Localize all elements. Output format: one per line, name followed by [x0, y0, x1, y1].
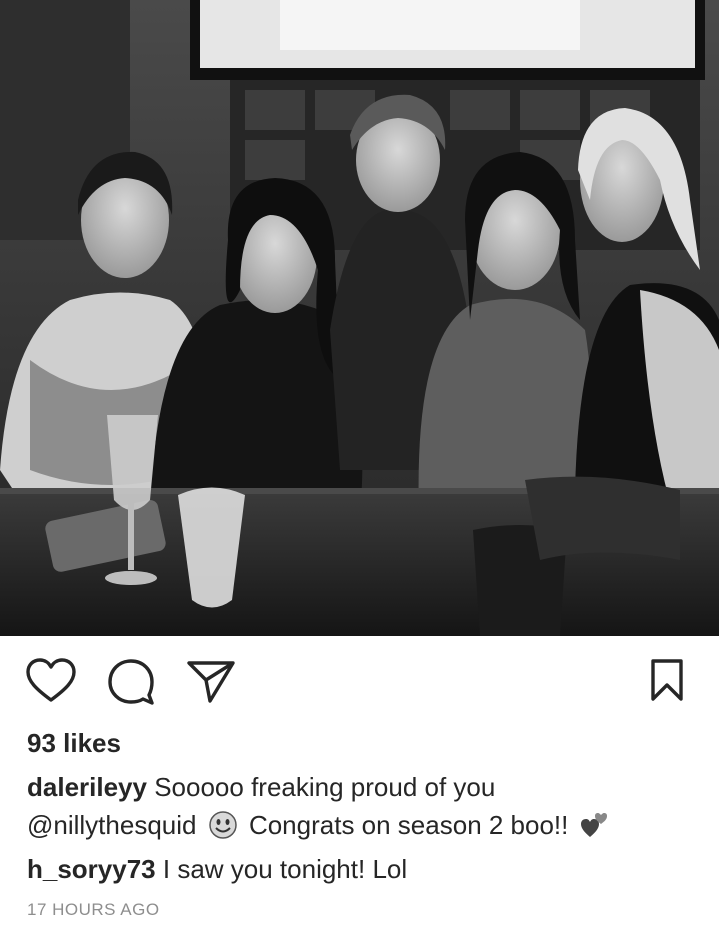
caption: dalerileyy Sooooo freaking proud of you …	[27, 768, 687, 844]
comment-username[interactable]: h_soryy73	[27, 854, 156, 884]
likes-count[interactable]: 93 likes	[27, 728, 121, 759]
caption-username[interactable]: dalerileyy	[27, 772, 147, 802]
caption-text-part2: Congrats on season 2 boo!!	[241, 810, 569, 840]
post-timestamp: 17 HOURS AGO	[27, 900, 160, 919]
post-photo-graphic	[0, 0, 719, 636]
comment-row: h_soryy73 I saw you tonight! Lol	[27, 854, 407, 885]
two-hearts-emoji-icon	[580, 810, 610, 840]
comment-text: I saw you tonight! Lol	[155, 854, 408, 884]
caption-text-part1: Sooooo freaking proud of you	[146, 772, 496, 802]
action-bar	[0, 636, 719, 726]
post-photo[interactable]	[0, 0, 719, 636]
bookmark-icon[interactable]	[650, 658, 684, 702]
caption-mention[interactable]: @nillythesquid	[27, 810, 196, 840]
smiling-face-emoji-icon	[208, 810, 238, 840]
send-icon[interactable]	[186, 660, 236, 704]
comment-icon[interactable]	[107, 658, 155, 706]
heart-icon[interactable]	[26, 658, 76, 704]
